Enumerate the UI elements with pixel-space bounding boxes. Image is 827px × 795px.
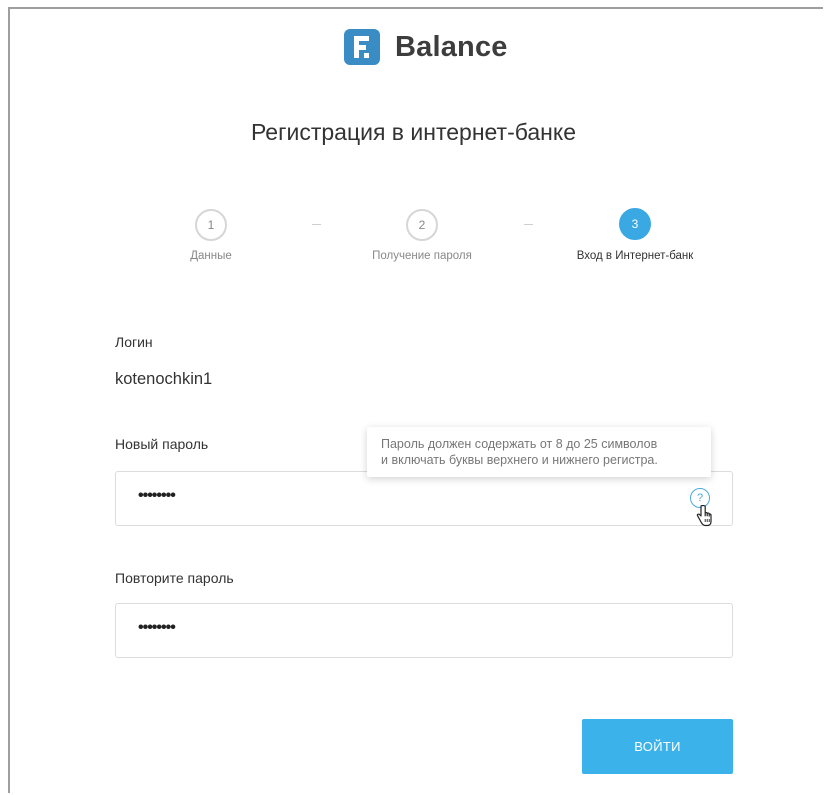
login-submit-button[interactable]: ВОЙТИ [582, 719, 733, 774]
repeat-password-label: Повторите пароль [115, 570, 234, 586]
step-3-circle: 3 [619, 208, 651, 240]
tooltip-line-1: Пароль должен содержать от 8 до 25 симво… [381, 437, 658, 451]
step-1-circle: 1 [195, 209, 227, 241]
new-password-field[interactable]: •••••••• ? [115, 471, 733, 527]
step-separator [312, 224, 321, 225]
brand-logo: Balance [344, 29, 508, 65]
password-hint-tooltip: Пароль должен содержать от 8 до 25 симво… [367, 427, 711, 477]
brand-name: Balance [395, 30, 508, 63]
step-2-circle: 2 [406, 209, 438, 241]
step-separator [524, 224, 533, 225]
new-password-label: Новый пароль [115, 436, 209, 452]
hand-cursor-icon [696, 505, 712, 527]
page-title: Регистрация в интернет-банке [250, 119, 577, 145]
repeat-password-value: •••••••• [138, 619, 176, 636]
step-2-label: Получение пароля [372, 250, 472, 262]
login-label: Логин [115, 334, 153, 350]
step-1-label: Данные [190, 250, 232, 262]
balance-logo-icon [344, 29, 380, 65]
repeat-password-field[interactable]: •••••••• [115, 603, 733, 658]
login-value: kotenochkin1 [115, 370, 213, 388]
tooltip-line-2: и включать буквы верхнего и нижнего реги… [381, 453, 658, 467]
step-3-label: Вход в Интернет-банк [576, 250, 694, 262]
new-password-value: •••••••• [138, 487, 176, 504]
